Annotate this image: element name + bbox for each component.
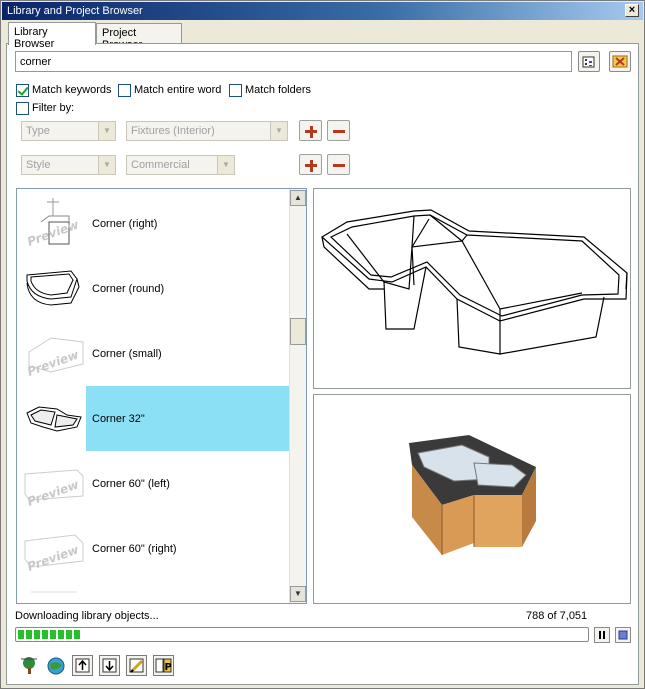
preview-placeholder-icon: Preview [21,326,85,382]
import-button[interactable] [72,655,93,676]
list-item-partial[interactable] [17,581,291,603]
search-input[interactable] [15,51,572,72]
svg-text:P: P [165,662,172,673]
match-entire-word-checkbox[interactable] [118,84,131,97]
list-item-label: Corner (round) [92,283,165,295]
match-entire-word-label: Match entire word [134,84,222,96]
add-filter-button-2[interactable] [299,154,322,175]
edit-icon [129,658,144,673]
corner-sink-cabinet-render [409,435,536,555]
add-filter-button[interactable] [299,120,322,141]
corner-sink-wireframe [320,209,628,355]
remove-filter-button[interactable] [327,120,350,141]
download-count: 788 of 7,051 [526,610,588,622]
tab-library-browser[interactable]: Library Browser [8,22,96,50]
select-value: Style [26,159,51,171]
pause-button[interactable] [594,627,610,643]
results-scrollbar[interactable]: ▲ ▼ [289,189,306,603]
scroll-thumb[interactable] [290,318,306,345]
globe-icon [47,657,65,675]
filter-style-select[interactable]: Style ▼ [21,155,116,175]
minus-icon [333,130,345,133]
chevron-down-icon: ▼ [98,122,115,140]
list-item[interactable]: Preview Corner (small) [17,321,291,386]
tab-label: Library Browser [14,26,55,50]
plus-icon-vertical [309,125,313,138]
title-bar: Library and Project Browser × [2,2,643,20]
library-browser-window: Library and Project Browser × Library Br… [0,0,645,689]
clear-search-button[interactable] [609,51,631,72]
list-item-selected[interactable]: Corner 32" [17,386,291,451]
preview-watermark: Preview [25,542,81,574]
progress-fill [18,630,82,639]
folder-search-button[interactable] [578,51,600,72]
pause-icon [599,631,605,639]
preview-placeholder-icon: Preview [21,196,85,252]
match-folders-label: Match folders [245,84,312,96]
clear-x-icon [612,55,628,68]
match-keywords-checkbox[interactable] [16,84,29,97]
export-icon [102,658,117,673]
chevron-down-icon: ▼ [217,156,234,174]
stop-icon [618,630,628,640]
list-item[interactable]: Preview Corner (right) [17,191,291,256]
list-item-label: Corner 60" (right) [92,543,177,555]
filter-type-select[interactable]: Type ▼ [21,121,116,141]
import-icon [75,658,90,673]
preview-watermark: Preview [25,347,81,379]
scroll-up-icon[interactable]: ▲ [290,190,306,206]
filter-category-select[interactable]: Fixtures (Interior) ▼ [126,121,288,141]
minus-icon [333,164,345,167]
tree-icon [21,657,37,674]
sink-corner-icon [21,391,85,447]
remove-filter-button-2[interactable] [327,154,350,175]
close-button[interactable]: × [625,4,639,17]
properties-button[interactable]: P [153,655,174,676]
chevron-down-icon: ▼ [98,156,115,174]
properties-icon: P [155,658,172,673]
sink-round-icon [21,261,85,317]
status-text: Downloading library objects... [15,610,159,622]
plus-icon-vertical [309,159,313,172]
stop-button[interactable] [615,627,631,643]
window-title: Library and Project Browser [7,5,143,17]
list-item-label: Corner (small) [92,348,162,360]
line-drawing-preview [313,188,631,389]
preview-placeholder-icon: Preview [21,521,85,577]
results-list[interactable]: Preview Corner (right) Corner (round) Pr… [16,188,307,604]
folder-search-icon [582,56,595,68]
list-item-label: Corner (right) [92,218,158,230]
rendered-3d-preview [313,394,631,604]
tree-view-button[interactable] [19,655,40,676]
filter-by-checkbox[interactable] [16,102,29,115]
match-folders-checkbox[interactable] [229,84,242,97]
match-keywords-label: Match keywords [32,84,112,96]
list-item[interactable]: Preview Corner 60" (right) [17,516,291,581]
list-item[interactable]: Corner (round) [17,256,291,321]
edit-button[interactable] [126,655,147,676]
preview-watermark: Preview [25,477,81,509]
online-library-button[interactable] [45,655,66,676]
select-value: Commercial [131,159,190,171]
select-value: Fixtures (Interior) [131,125,215,137]
list-item-label: Corner 32" [92,413,145,425]
filter-style-value-select[interactable]: Commercial ▼ [126,155,235,175]
list-item-label: Corner 60" (left) [92,478,170,490]
scroll-down-icon[interactable]: ▼ [290,586,306,602]
chevron-down-icon: ▼ [270,122,287,140]
download-progress-bar [15,627,589,642]
filter-by-label: Filter by: [32,102,75,114]
select-value: Type [26,125,50,137]
tab-project-browser[interactable]: Project Browser [96,23,182,51]
export-button[interactable] [99,655,120,676]
preview-placeholder-icon: Preview [21,456,85,512]
preview-placeholder-icon [21,586,85,603]
list-item[interactable]: Preview Corner 60" (left) [17,451,291,516]
